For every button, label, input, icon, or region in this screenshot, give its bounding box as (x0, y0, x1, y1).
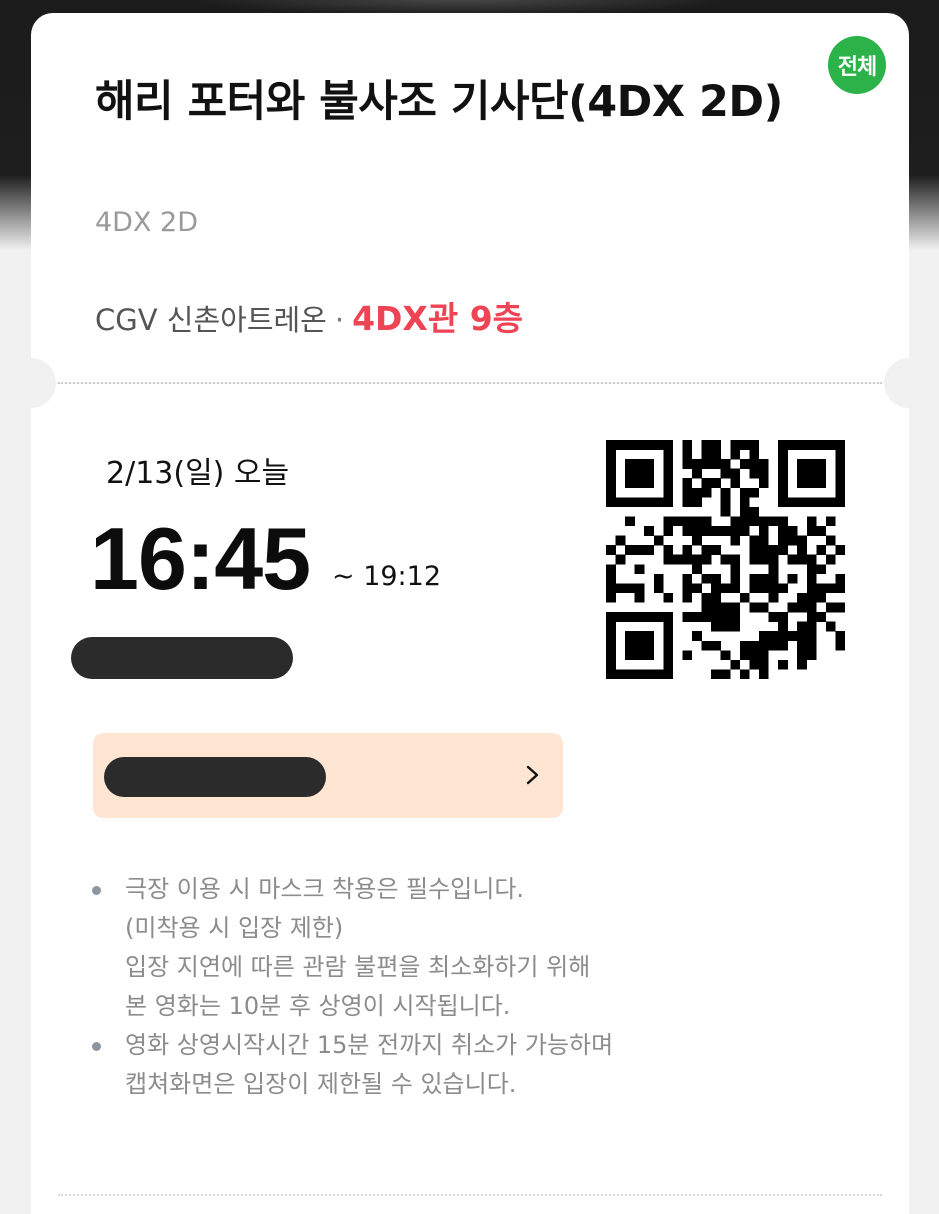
theater-name: CGV 신촌아트레온 (95, 303, 327, 337)
screen-name: 4DX관 9층 (352, 299, 524, 338)
notice-item: 극장 이용 시 마스크 착용은 필수입니다. (미착용 시 입장 제한) 입장 … (92, 870, 812, 1026)
movie-title: 해리 포터와 불사조 기사단(4DX 2D) (95, 77, 783, 127)
ticket-notch-left (6, 358, 56, 408)
notice-line: (미착용 시 입장 제한) (125, 914, 344, 942)
notice-list: 극장 이용 시 마스크 착용은 필수입니다. (미착용 시 입장 제한) 입장 … (92, 870, 812, 1104)
movie-format: 4DX 2D (95, 207, 199, 238)
show-start-time: 16:45 (90, 509, 311, 608)
notice-line: 영화 상영시작시간 15분 전까지 취소가 가능하며 (125, 1031, 614, 1059)
ticket-detail-link[interactable] (93, 733, 563, 818)
notice-line: 입장 지연에 따른 관람 불편을 최소화하기 위해 (125, 953, 591, 981)
bullet-icon (92, 1042, 101, 1051)
ticket-perforation (58, 382, 882, 384)
ticket-bottom-perforation (58, 1194, 882, 1196)
show-date: 2/13(일) 오늘 (106, 456, 290, 491)
notice-line: 본 영화는 10분 후 상영이 시작됩니다. (125, 992, 511, 1020)
theater-separator: · (334, 303, 345, 337)
ticket-notch-right (884, 358, 934, 408)
age-rating-badge: 전체 (828, 36, 886, 94)
show-end-time: ~ 19:12 (332, 561, 442, 592)
notice-line: 캡쳐화면은 입장이 제한될 수 있습니다. (125, 1070, 517, 1098)
bullet-icon (92, 886, 101, 895)
notice-line: 극장 이용 시 마스크 착용은 필수입니다. (125, 875, 525, 903)
theater-info: CGV 신촌아트레온 · 4DX관 9층 (95, 292, 523, 340)
redacted-detail-label (104, 757, 326, 797)
qr-code-icon (606, 440, 845, 679)
redacted-seat-info (71, 637, 293, 679)
chevron-right-icon (526, 765, 539, 785)
notice-item: 영화 상영시작시간 15분 전까지 취소가 가능하며 캡쳐화면은 입장이 제한될… (92, 1026, 812, 1104)
